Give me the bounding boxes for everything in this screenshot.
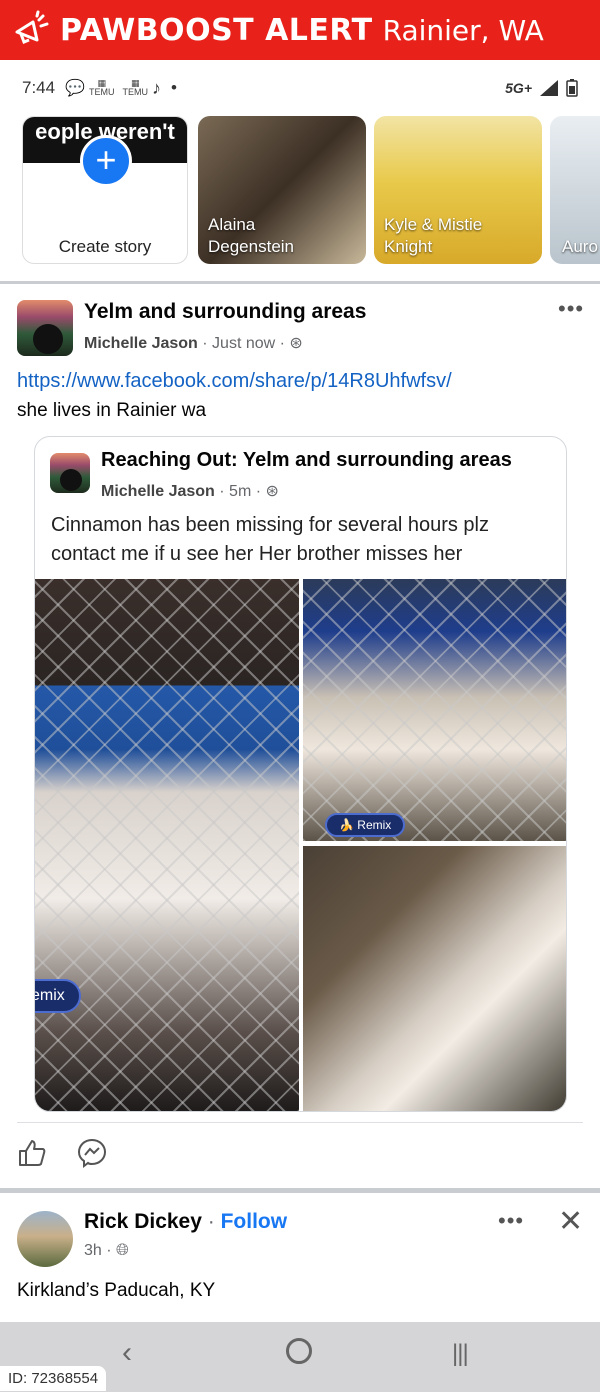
close-icon[interactable]: ✕ [558,1204,583,1239]
post-author[interactable]: Michelle Jason [84,335,198,352]
post-author-line: Rick Dickey · Follow [84,1210,288,1233]
id-label: ID: 72368554 [0,1366,107,1391]
dog-photo[interactable]: 🍌 Remix [303,579,566,841]
network-label: 5G+ [505,80,532,96]
follow-button[interactable]: Follow [221,1210,288,1233]
tiktok-icon: ♪ [152,77,162,98]
avatar[interactable] [17,1211,73,1267]
story-name: Kyle & Mistie Knight [384,215,483,256]
story-name: Alaina Degenstein [208,215,295,256]
group-avatar[interactable] [17,300,73,356]
post-time: Just now [212,335,276,352]
post-text: she lives in Rainier wa [17,400,207,421]
post2-text: Kirkland’s Paducah, KY [17,1280,216,1301]
back-icon[interactable]: ‹ [122,1336,132,1370]
story-card[interactable]: Alaina Degenstein [198,116,366,264]
pawboost-banner: PAWBOOST ALERT Rainier, WA [0,0,600,60]
group-privacy-icon: ⊛ [265,483,279,500]
story-card[interactable]: Kyle & Mistie Knight [374,116,542,264]
signal-icon [540,80,558,96]
story-card[interactable]: Auro [550,116,600,264]
post-link[interactable]: https://www.facebook.com/share/p/14R8Uhf… [17,370,452,393]
message-icon: 💬 [65,80,86,97]
shared-post-title[interactable]: Reaching Out: Yelm and surrounding areas [101,449,512,472]
section-divider [0,1188,600,1193]
status-time: 7:44 [22,78,56,97]
shared-group-avatar[interactable] [50,453,90,493]
story-name: Auro [562,237,598,256]
banner-location: Rainier, WA [382,13,544,47]
shared-post-text: Cinnamon has been missing for several ho… [51,514,489,565]
shared-post-card[interactable]: Reaching Out: Yelm and surrounding areas… [34,436,567,1112]
dog-photo[interactable] [303,846,566,1111]
messenger-icon[interactable] [77,1138,107,1168]
more-options-icon[interactable]: ••• [498,1208,524,1234]
shared-post-meta: Michelle Jason · 5m · ⊛ [101,483,279,500]
battery-icon [566,79,578,97]
action-divider [17,1122,583,1123]
stories-row: eople weren't info + Create story Alaina… [0,116,600,280]
post2-meta: 3h · 🌐︎ [84,1242,129,1259]
banner-brand: PAWBOOST ALERT [60,12,373,48]
shared-post-time: 5m [229,483,252,500]
recent-apps-icon[interactable]: ||| [452,1340,469,1368]
more-options-icon[interactable]: ••• [558,296,584,322]
temu-icon: ▦ TEMU [89,78,115,97]
dog-photo[interactable]: emix [35,579,299,1111]
group-privacy-icon: ⊛ [289,335,303,352]
dot-icon: • [171,78,177,97]
create-story-label: Create story [58,237,152,256]
status-bar: 7:44 💬 ▦ TEMU ▦ TEMU ♪ • 5G+ [0,60,600,116]
temu-icon: ▦ TEMU [122,78,149,97]
remix-badge[interactable]: 🍌 Remix [325,813,406,837]
create-story-card[interactable]: eople weren't info + Create story [22,116,188,264]
shared-post-author[interactable]: Michelle Jason [101,483,215,500]
plus-icon[interactable]: + [80,135,132,187]
group-name[interactable]: Yelm and surrounding areas [84,300,366,324]
author-name[interactable]: Rick Dickey [84,1210,202,1233]
like-icon[interactable] [17,1138,47,1168]
megaphone-icon [8,7,54,53]
remix-badge[interactable]: emix [35,979,81,1013]
post2-time: 3h [84,1242,102,1259]
globe-icon: 🌐︎ [116,1242,129,1259]
post-meta: Michelle Jason · Just now · ⊛ [84,335,303,352]
home-icon[interactable] [286,1338,312,1364]
section-divider [0,281,600,284]
